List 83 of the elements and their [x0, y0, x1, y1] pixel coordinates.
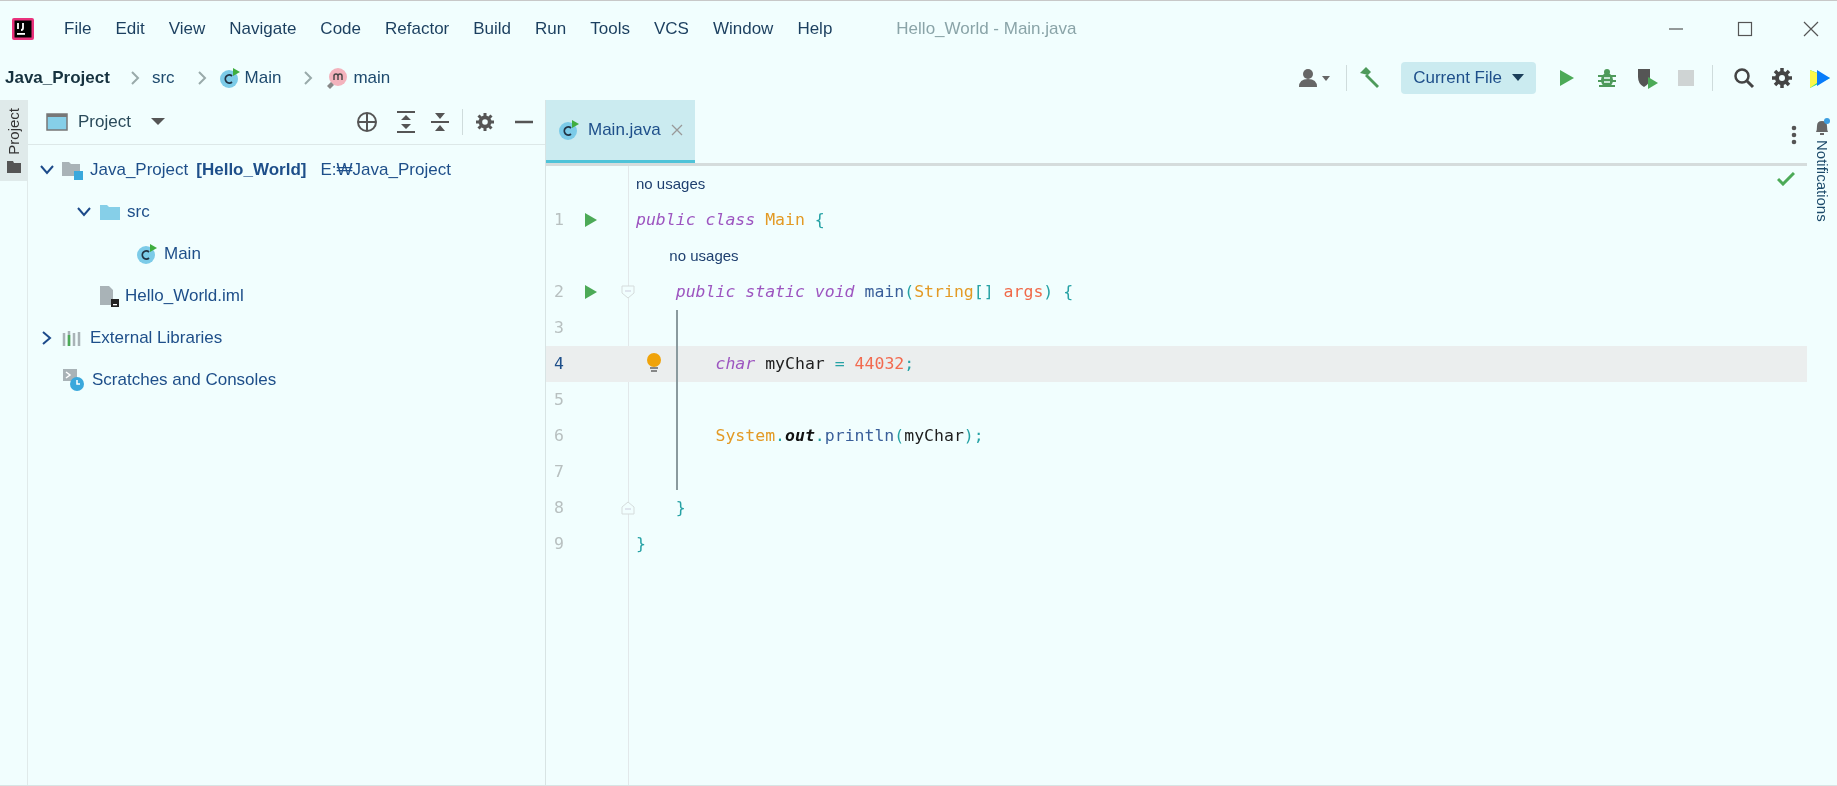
settings-icon[interactable] — [475, 112, 495, 132]
project-view-dropdown[interactable]: Project — [46, 109, 165, 135]
minimize-icon[interactable] — [515, 120, 533, 124]
tree-item-label: External Libraries — [90, 327, 223, 350]
menu-item[interactable]: Build — [473, 15, 512, 42]
tree-item-label: Scratches and Consoles — [92, 369, 277, 392]
chevron-right-icon — [129, 70, 140, 86]
tree-item-label: Main — [164, 243, 201, 266]
breadcrumb[interactable]: Main — [218, 65, 282, 91]
class-icon — [136, 243, 158, 265]
line-number: 6 — [553, 424, 565, 447]
settings-icon[interactable] — [1771, 67, 1793, 89]
menu-item[interactable]: Tools — [590, 15, 630, 42]
menu-item[interactable]: Help — [797, 15, 833, 42]
run-icon[interactable] — [584, 212, 598, 228]
file-icon — [99, 285, 119, 307]
run-configuration-dropdown[interactable]: Current File — [1401, 62, 1536, 94]
app-logo-icon[interactable] — [1809, 67, 1831, 89]
line-number: 7 — [553, 460, 565, 483]
line-number: 5 — [553, 388, 565, 411]
console-icon — [62, 368, 86, 392]
line-number: 3 — [553, 316, 565, 339]
editor-tab[interactable]: Main.java — [546, 100, 695, 163]
bell-icon — [1814, 118, 1830, 136]
class-icon — [218, 67, 241, 89]
menu-item[interactable]: Navigate — [229, 15, 297, 42]
chevron-right-icon — [196, 70, 207, 86]
tree-item-label: E:₩Java_Project — [320, 159, 451, 182]
line-number: 4 — [553, 352, 565, 375]
collapse-all-icon[interactable] — [430, 111, 450, 133]
line-number: 2 — [553, 280, 565, 303]
code-line: public class Main { — [636, 208, 825, 231]
code-line: System.out.println(myChar); — [715, 424, 984, 447]
run-icon[interactable] — [584, 284, 598, 300]
folder-icon — [99, 203, 121, 221]
code-line: char myChar = 44032; — [715, 352, 915, 375]
menu-item[interactable]: File — [64, 15, 92, 42]
code-usage-hint[interactable]: no usages — [636, 172, 706, 196]
class-icon — [558, 119, 580, 141]
run-icon[interactable] — [1558, 68, 1576, 88]
shield-run-icon[interactable] — [1636, 67, 1660, 89]
code-line: } — [636, 532, 646, 555]
caret-down-icon — [150, 118, 165, 126]
module-folder-icon — [62, 160, 84, 180]
app-logo-icon — [12, 17, 34, 40]
menu-item[interactable]: VCS — [653, 15, 689, 42]
tree-item-label: src — [127, 201, 150, 224]
code-line: } — [675, 496, 686, 519]
more-options-icon[interactable] — [1791, 125, 1797, 145]
tree-item-label: Hello_World.iml — [125, 285, 244, 308]
code-usage-hint[interactable]: no usages — [669, 244, 739, 268]
menu-item[interactable]: View — [168, 15, 206, 42]
menu-item[interactable]: Run — [535, 15, 567, 42]
tree-item-label: [Hello_World] — [196, 159, 307, 182]
menu-item[interactable]: Edit — [115, 15, 145, 42]
line-number: 1 — [553, 208, 565, 231]
caret-down-icon — [1512, 74, 1524, 82]
tool-window-tab[interactable]: Notifications — [1808, 100, 1836, 228]
user-icon[interactable] — [1298, 68, 1333, 88]
expand-all-icon[interactable] — [396, 111, 416, 133]
folder-icon — [7, 160, 21, 173]
line-number: 8 — [553, 496, 565, 519]
close-icon[interactable] — [1803, 20, 1819, 37]
chevron-right-icon — [303, 70, 314, 86]
breadcrumb[interactable]: Java_Project — [5, 65, 110, 91]
check-icon — [1777, 172, 1795, 186]
code-line: public static void main(String[] args) { — [675, 280, 1074, 303]
method-icon — [325, 66, 350, 90]
maximize-icon[interactable] — [1737, 20, 1753, 37]
menu-item[interactable]: Code — [320, 15, 361, 42]
menu-item[interactable]: Refactor — [385, 15, 450, 42]
menu-item[interactable]: Window — [712, 15, 774, 42]
window-icon — [46, 113, 68, 131]
bug-icon[interactable] — [1596, 67, 1618, 89]
lightbulb-icon[interactable] — [646, 352, 662, 374]
tree-item-label: Java_Project — [90, 159, 189, 182]
breadcrumb[interactable]: main — [325, 65, 391, 91]
window-title: Hello_World - Main.java — [896, 17, 1077, 40]
search-icon[interactable] — [1733, 67, 1755, 89]
line-number: 9 — [553, 532, 565, 555]
breadcrumb[interactable]: src — [151, 65, 175, 91]
tool-window-tab[interactable]: Project — [0, 100, 28, 181]
crosshair-icon[interactable] — [356, 111, 378, 133]
